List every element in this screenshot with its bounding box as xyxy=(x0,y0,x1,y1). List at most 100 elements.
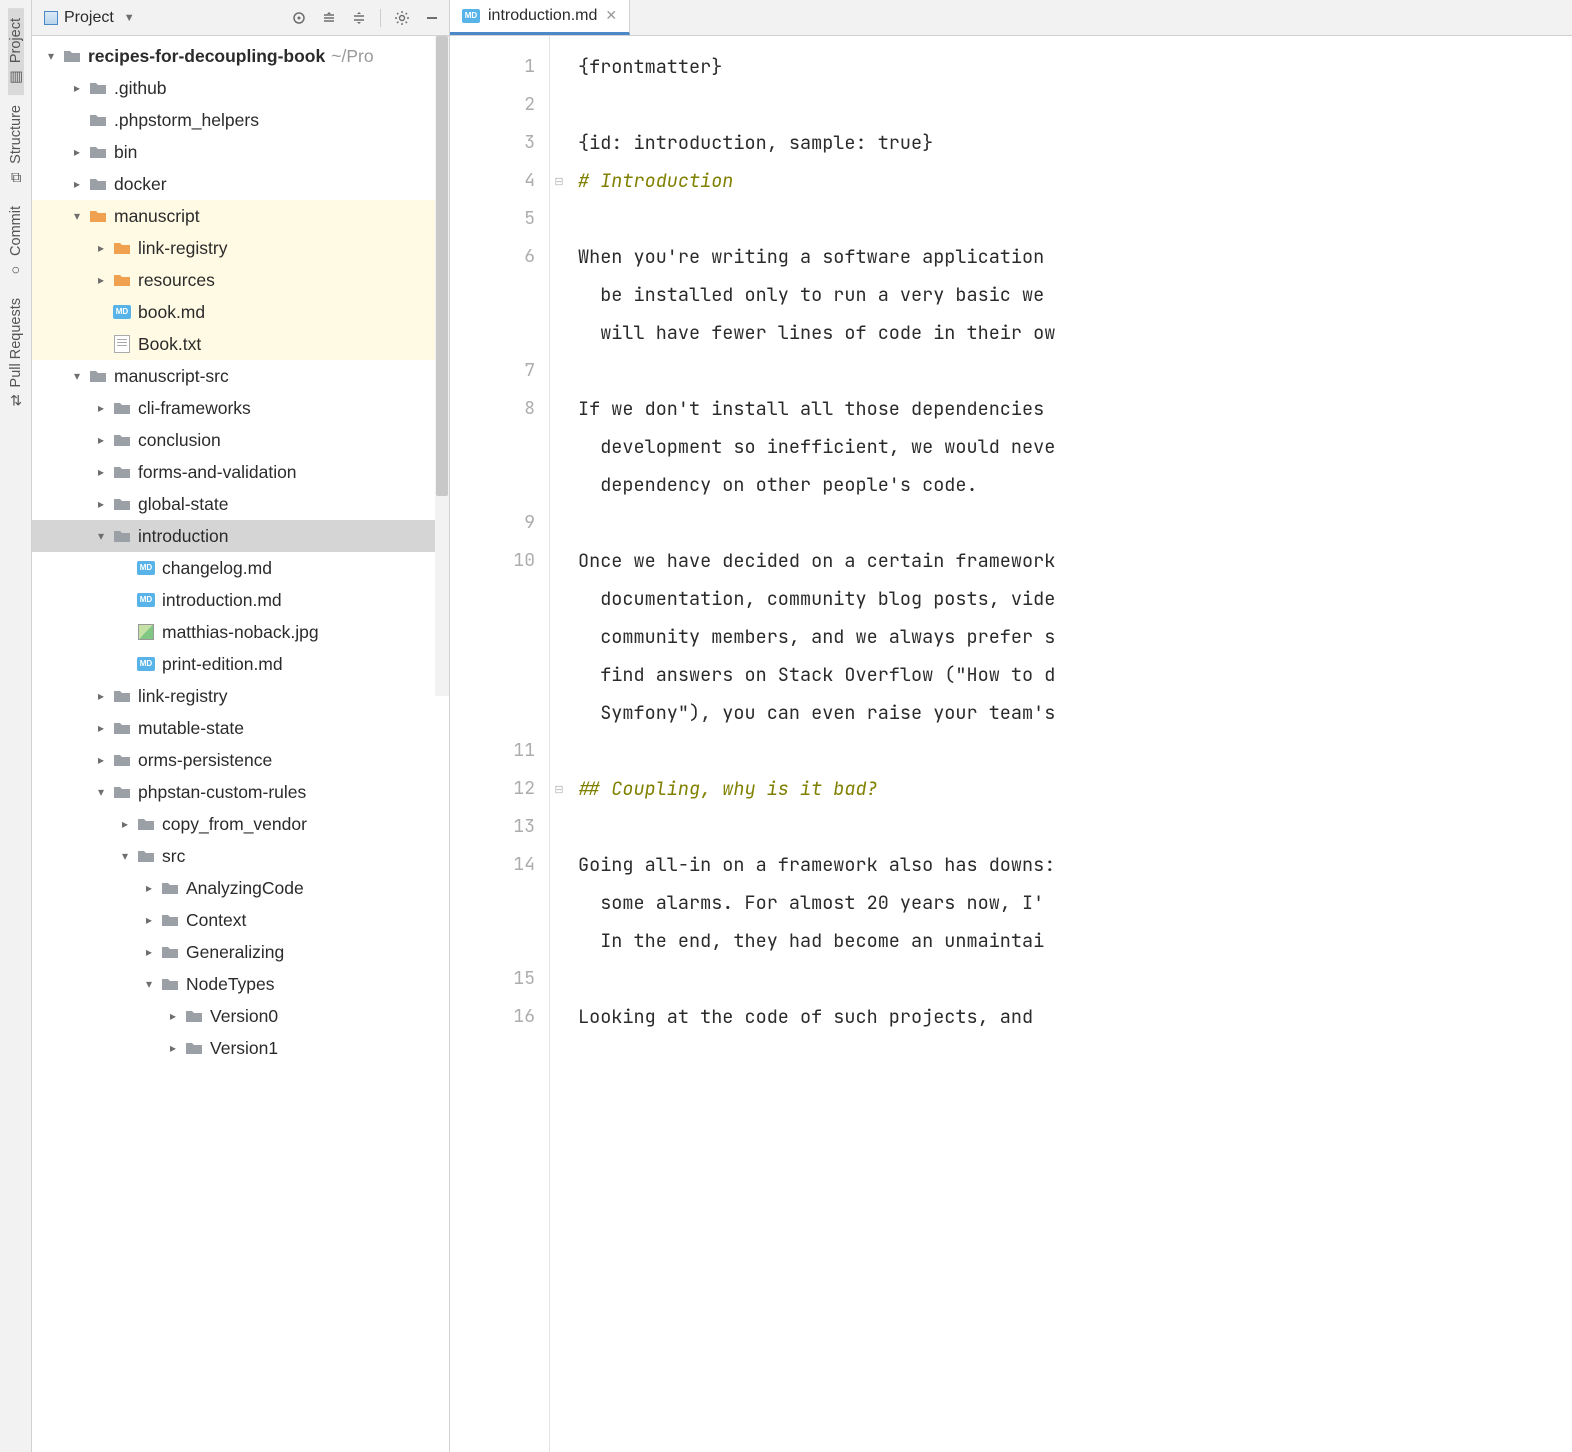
chevron-right-icon[interactable]: ▸ xyxy=(70,145,84,159)
chevron-right-icon[interactable]: ▸ xyxy=(118,817,132,831)
chevron-down-icon[interactable]: ▾ xyxy=(118,849,132,863)
tree-item-phpstorm-helpers[interactable]: ▸ .phpstorm_helpers xyxy=(32,104,449,136)
chevron-right-icon[interactable]: ▸ xyxy=(94,721,108,735)
tool-strip-commit[interactable]: ○ Commit xyxy=(8,196,24,288)
tree-item-changelog-md[interactable]: ▸ MD changelog.md xyxy=(32,552,449,584)
chevron-right-icon[interactable]: ▸ xyxy=(166,1041,180,1055)
chevron-right-icon[interactable]: ▸ xyxy=(94,465,108,479)
fold-column: ⊟ ⊟ xyxy=(550,36,568,1452)
project-selector[interactable]: Project ▼ xyxy=(44,9,282,27)
tree-item-matthias-jpg[interactable]: ▸ matthias-noback.jpg xyxy=(32,616,449,648)
tree-item-mutable-state[interactable]: ▸ mutable-state xyxy=(32,712,449,744)
tree-item-link-registry2[interactable]: ▸ link-registry xyxy=(32,680,449,712)
editor-tab-introduction[interactable]: MD introduction.md ✕ xyxy=(450,0,630,35)
minimize-icon[interactable] xyxy=(423,9,441,27)
chevron-right-icon[interactable]: ▸ xyxy=(94,241,108,255)
folder-icon xyxy=(112,719,132,737)
tree-item-introduction-md[interactable]: ▸ MD introduction.md xyxy=(32,584,449,616)
tree-item-src[interactable]: ▾ src xyxy=(32,840,449,872)
separator xyxy=(380,9,381,27)
tree-item-book-md[interactable]: ▸ MD book.md xyxy=(32,296,449,328)
tree-item-forms-validation[interactable]: ▸ forms-and-validation xyxy=(32,456,449,488)
tree-item-bin[interactable]: ▸ bin xyxy=(32,136,449,168)
chevron-right-icon[interactable]: ▸ xyxy=(166,1009,180,1023)
line-number: 9 xyxy=(450,504,535,542)
tree-item-introduction[interactable]: ▾ introduction xyxy=(32,520,449,552)
folder-icon xyxy=(112,239,132,257)
chevron-down-icon[interactable]: ▾ xyxy=(142,977,156,991)
folder-icon xyxy=(88,175,108,193)
chevron-right-icon[interactable]: ▸ xyxy=(94,433,108,447)
tree-node-label: .github xyxy=(114,78,167,99)
tree-item-print-edition-md[interactable]: ▸ MD print-edition.md xyxy=(32,648,449,680)
tool-strip-pull-requests[interactable]: ⇅ Pull Requests xyxy=(8,288,24,419)
tree-root[interactable]: ▾ recipes-for-decoupling-book ~/Pro xyxy=(32,40,449,72)
line-number: 14 xyxy=(450,846,535,960)
chevron-down-icon[interactable]: ▾ xyxy=(44,49,58,63)
fold-marker-icon[interactable]: ⊟ xyxy=(550,162,568,200)
tree-item-generalizing[interactable]: ▸ Generalizing xyxy=(32,936,449,968)
gear-icon[interactable] xyxy=(393,9,411,27)
chevron-down-icon[interactable]: ▾ xyxy=(94,785,108,799)
tree-node-label: introduction.md xyxy=(162,590,282,611)
tree-node-label: matthias-noback.jpg xyxy=(162,622,319,643)
tree-node-label: Version0 xyxy=(210,1006,278,1027)
collapse-all-icon[interactable] xyxy=(350,9,368,27)
tree-item-book-txt[interactable]: ▸ Book.txt xyxy=(32,328,449,360)
close-icon[interactable]: ✕ xyxy=(605,7,617,24)
tool-strip-project[interactable]: ▤ Project xyxy=(8,8,24,95)
line-number: 16 xyxy=(450,998,535,1036)
tree-item-resources[interactable]: ▸ resources xyxy=(32,264,449,296)
line-number: 11 xyxy=(450,732,535,770)
select-opened-file-icon[interactable] xyxy=(290,9,308,27)
markdown-icon: MD xyxy=(112,303,132,321)
chevron-right-icon[interactable]: ▸ xyxy=(94,273,108,287)
tree-item-docker[interactable]: ▸ docker xyxy=(32,168,449,200)
chevron-right-icon[interactable]: ▸ xyxy=(70,81,84,95)
line-number: 5 xyxy=(450,200,535,238)
tree-item-conclusion[interactable]: ▸ conclusion xyxy=(32,424,449,456)
tree-item-context[interactable]: ▸ Context xyxy=(32,904,449,936)
folder-icon xyxy=(112,271,132,289)
tree-item-global-state[interactable]: ▸ global-state xyxy=(32,488,449,520)
chevron-down-icon: ▼ xyxy=(124,12,135,24)
tool-strip-structure[interactable]: ⧉ Structure xyxy=(8,95,24,196)
chevron-right-icon[interactable]: ▸ xyxy=(94,401,108,415)
tree-item-link-registry[interactable]: ▸ link-registry xyxy=(32,232,449,264)
chevron-right-icon[interactable]: ▸ xyxy=(94,753,108,767)
chevron-down-icon[interactable]: ▾ xyxy=(70,369,84,383)
line-number: 13 xyxy=(450,808,535,846)
folder-icon xyxy=(184,1007,204,1025)
tree-item-manuscript[interactable]: ▾ manuscript xyxy=(32,200,449,232)
chevron-right-icon[interactable]: ▸ xyxy=(70,177,84,191)
tree-node-label: .phpstorm_helpers xyxy=(114,110,259,131)
folder-icon xyxy=(112,751,132,769)
chevron-right-icon[interactable]: ▸ xyxy=(94,689,108,703)
project-tree[interactable]: ▾ recipes-for-decoupling-book ~/Pro ▸ .g… xyxy=(32,36,449,1452)
chevron-down-icon[interactable]: ▾ xyxy=(94,529,108,543)
project-icon xyxy=(44,11,58,25)
tree-item-version1[interactable]: ▸ Version1 xyxy=(32,1032,449,1064)
code-line: When you're writing a software applicati… xyxy=(578,244,1055,345)
tree-node-label: bin xyxy=(114,142,137,163)
tree-item-github[interactable]: ▸ .github xyxy=(32,72,449,104)
editor-content[interactable]: {frontmatter} {id: introduction, sample:… xyxy=(568,36,1572,1452)
chevron-right-icon[interactable]: ▸ xyxy=(94,497,108,511)
tree-item-version0[interactable]: ▸ Version0 xyxy=(32,1000,449,1032)
chevron-right-icon[interactable]: ▸ xyxy=(142,945,156,959)
tree-item-phpstan-rules[interactable]: ▾ phpstan-custom-rules xyxy=(32,776,449,808)
tree-item-manuscript-src[interactable]: ▾ manuscript-src xyxy=(32,360,449,392)
tree-item-analyzing-code[interactable]: ▸ AnalyzingCode xyxy=(32,872,449,904)
tree-item-copy-from-vendor[interactable]: ▸ copy_from_vendor xyxy=(32,808,449,840)
tree-item-node-types[interactable]: ▾ NodeTypes xyxy=(32,968,449,1000)
line-number: 6 xyxy=(450,238,535,352)
expand-all-icon[interactable] xyxy=(320,9,338,27)
chevron-down-icon[interactable]: ▾ xyxy=(70,209,84,223)
tree-scrollbar-thumb[interactable] xyxy=(436,36,448,496)
tree-scrollbar[interactable] xyxy=(435,36,449,696)
tree-item-cli-frameworks[interactable]: ▸ cli-frameworks xyxy=(32,392,449,424)
tree-item-orms-persistence[interactable]: ▸ orms-persistence xyxy=(32,744,449,776)
chevron-right-icon[interactable]: ▸ xyxy=(142,881,156,895)
chevron-right-icon[interactable]: ▸ xyxy=(142,913,156,927)
fold-marker-icon[interactable]: ⊟ xyxy=(550,770,568,808)
